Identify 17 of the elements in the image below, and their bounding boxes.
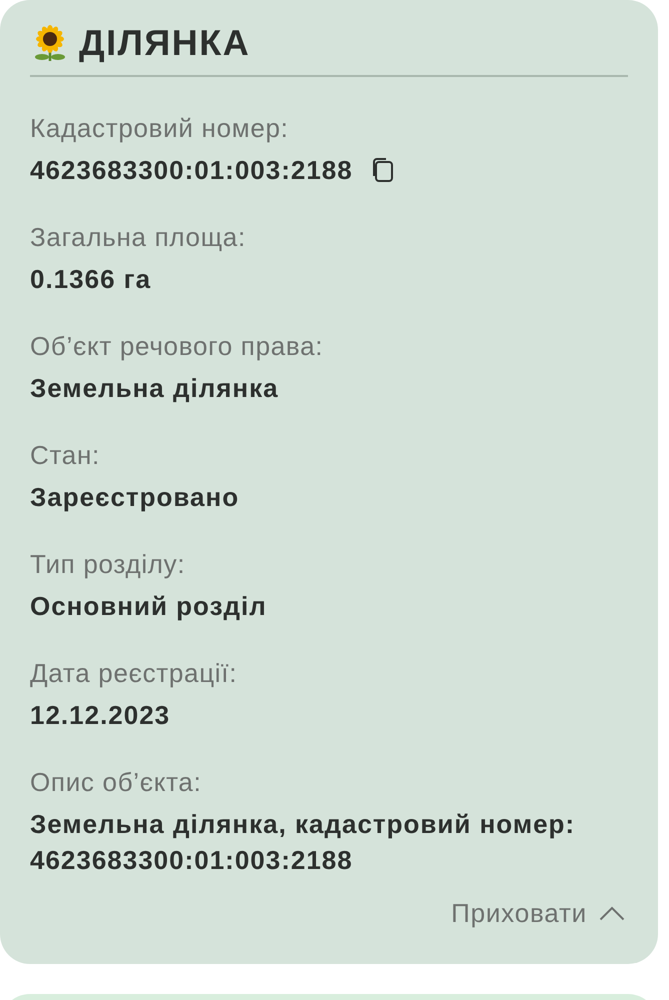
field-label: Стан: [30,439,100,471]
field-value: Земельна ділянка [30,372,279,405]
section-title: ДІЛЯНКА [79,21,250,65]
field-label: Опис об’єкта: [30,766,202,798]
field-value: 4623683300:01:003:2188 [30,154,353,187]
field-value: Земельна ділянка, кадастровий номер: 4623683300:01:003:2188 [30,808,576,877]
sunflower-icon [33,24,67,62]
field-label: Загальна площа: [30,221,246,253]
field-label: Об’єкт речового права: [30,330,324,362]
field-value: Зареєстровано [30,481,240,514]
field-value: 0.1366 га [30,263,152,296]
field-label: Кадастровий номер: [30,112,289,144]
field-label: Тип розділу: [30,548,186,580]
field-value: Основний розділ [30,590,267,623]
field-label: Дата реєстрації: [30,657,238,689]
hide-toggle[interactable]: Приховати [451,897,625,929]
field-value: 12.12.2023 [30,699,170,732]
